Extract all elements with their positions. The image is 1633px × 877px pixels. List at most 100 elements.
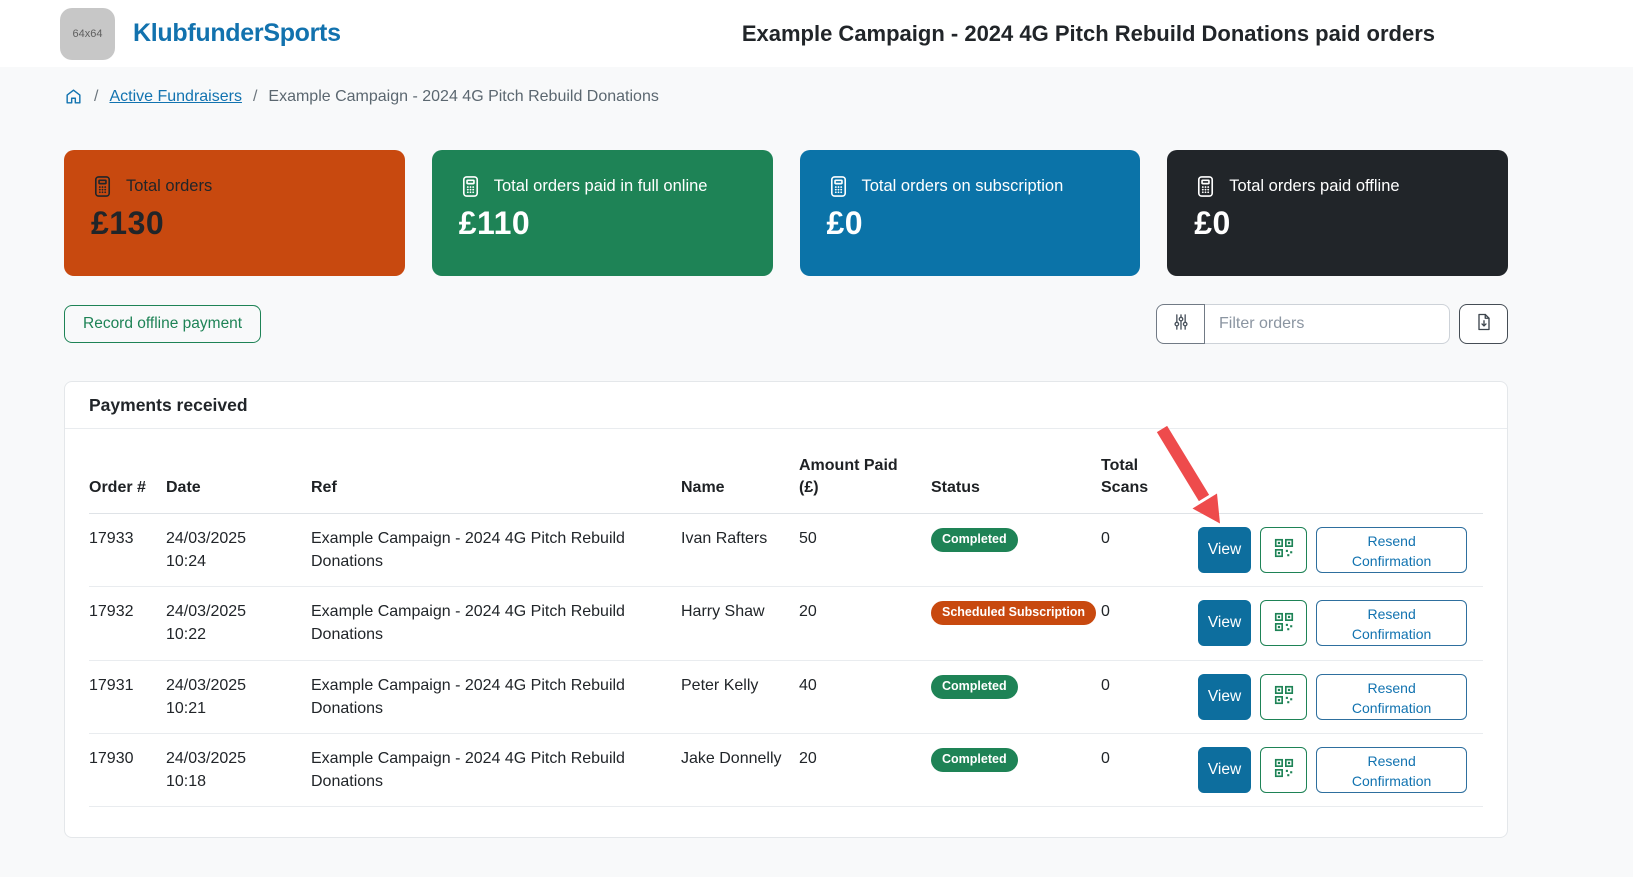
order-date: 24/03/2025 10:22: [166, 587, 311, 660]
payments-table: Order # Date Ref Name Amount Paid (£) St…: [89, 429, 1483, 807]
order-actions: View: [1198, 513, 1483, 586]
table-row: 17930 24/03/2025 10:18 Example Campaign …: [89, 733, 1483, 806]
resend-confirmation-button[interactable]: Resend Confirmation: [1316, 600, 1467, 646]
stat-cards-row: Total orders £130 Total orders paid in f…: [64, 150, 1508, 276]
order-time-value: 10:24: [166, 550, 295, 573]
breadcrumb: / Active Fundraisers / Example Campaign …: [64, 87, 1633, 106]
calculator-icon: [827, 175, 850, 198]
view-button[interactable]: View: [1198, 674, 1251, 720]
order-name: Harry Shaw: [681, 587, 799, 660]
stat-card-value: £0: [827, 205, 1114, 242]
order-actions: View: [1198, 587, 1483, 660]
breadcrumb-current: Example Campaign - 2024 4G Pitch Rebuild…: [268, 88, 658, 106]
stat-card-paid-in-full-online: Total orders paid in full online £110: [432, 150, 773, 276]
home-icon[interactable]: [64, 87, 83, 106]
table-header-row: Order # Date Ref Name Amount Paid (£) St…: [89, 429, 1483, 513]
stat-card-paid-offline: Total orders paid offline £0: [1167, 150, 1508, 276]
order-time-value: 10:22: [166, 623, 295, 646]
top-header: 64x64 KlubfunderSports Example Campaign …: [0, 0, 1633, 67]
order-amount: 20: [799, 733, 931, 806]
stat-card-on-subscription: Total orders on subscription £0: [800, 150, 1141, 276]
order-actions: View: [1198, 660, 1483, 733]
brand-name[interactable]: KlubfunderSports: [133, 19, 341, 48]
calculator-icon: [459, 175, 482, 198]
order-time-value: 10:21: [166, 697, 295, 720]
sliders-icon: [1171, 312, 1191, 337]
stat-card-label: Total orders: [126, 177, 212, 196]
toolbar: Record offline payment: [64, 304, 1508, 344]
status-badge: Completed: [931, 675, 1018, 699]
stat-card-label: Total orders paid offline: [1229, 177, 1399, 196]
status-badge: Scheduled Subscription: [931, 601, 1096, 625]
filter-button[interactable]: [1156, 304, 1205, 344]
order-name: Ivan Rafters: [681, 513, 799, 586]
order-actions: View: [1198, 733, 1483, 806]
export-download-button[interactable]: [1459, 304, 1508, 344]
view-button[interactable]: View: [1198, 527, 1251, 573]
page-title: Example Campaign - 2024 4G Pitch Rebuild…: [742, 21, 1435, 47]
calculator-icon: [1194, 175, 1217, 198]
order-amount: 40: [799, 660, 931, 733]
order-date-value: 24/03/2025: [166, 747, 295, 770]
qr-code-icon: [1273, 684, 1295, 709]
stat-card-value: £110: [459, 205, 746, 242]
breadcrumb-separator: /: [94, 88, 98, 106]
order-total-scans: 0: [1101, 513, 1198, 586]
qr-code-button[interactable]: [1260, 674, 1307, 720]
qr-code-button[interactable]: [1260, 527, 1307, 573]
stat-card-label: Total orders on subscription: [862, 177, 1064, 196]
stat-card-label: Total orders paid in full online: [494, 177, 708, 196]
stat-card-total-orders: Total orders £130: [64, 150, 405, 276]
filter-orders-input[interactable]: [1205, 304, 1450, 344]
calculator-icon: [91, 175, 114, 198]
breadcrumb-link-active-fundraisers[interactable]: Active Fundraisers: [109, 88, 242, 106]
resend-confirmation-button[interactable]: Resend Confirmation: [1316, 747, 1467, 793]
order-date-value: 24/03/2025: [166, 527, 295, 550]
view-button[interactable]: View: [1198, 747, 1251, 793]
table-row: 17933 24/03/2025 10:24 Example Campaign …: [89, 513, 1483, 586]
record-offline-payment-button[interactable]: Record offline payment: [64, 305, 261, 343]
order-amount: 20: [799, 587, 931, 660]
logo-placeholder-text: 64x64: [73, 28, 103, 40]
order-date-value: 24/03/2025: [166, 600, 295, 623]
resend-confirmation-button[interactable]: Resend Confirmation: [1316, 674, 1467, 720]
order-number: 17931: [89, 660, 166, 733]
order-date: 24/03/2025 10:24: [166, 513, 311, 586]
order-total-scans: 0: [1101, 733, 1198, 806]
resend-confirmation-button[interactable]: Resend Confirmation: [1316, 527, 1467, 573]
column-header-actions: [1198, 429, 1483, 513]
table-row: 17932 24/03/2025 10:22 Example Campaign …: [89, 587, 1483, 660]
order-number: 17930: [89, 733, 166, 806]
file-download-icon: [1474, 312, 1494, 337]
qr-code-icon: [1273, 611, 1295, 636]
qr-code-button[interactable]: [1260, 600, 1307, 646]
order-number: 17933: [89, 513, 166, 586]
column-header-order: Order #: [89, 429, 166, 513]
order-date: 24/03/2025 10:18: [166, 733, 311, 806]
order-ref: Example Campaign - 2024 4G Pitch Rebuild…: [311, 660, 681, 733]
view-button[interactable]: View: [1198, 600, 1251, 646]
order-status: Completed: [931, 513, 1101, 586]
order-total-scans: 0: [1101, 660, 1198, 733]
order-name: Jake Donnelly: [681, 733, 799, 806]
order-status: Completed: [931, 660, 1101, 733]
qr-code-icon: [1273, 537, 1295, 562]
breadcrumb-separator: /: [253, 88, 257, 106]
status-badge: Completed: [931, 748, 1018, 772]
column-header-scans: Total Scans: [1101, 429, 1198, 513]
logo-placeholder-image: 64x64: [60, 8, 115, 60]
column-header-status: Status: [931, 429, 1101, 513]
order-ref: Example Campaign - 2024 4G Pitch Rebuild…: [311, 513, 681, 586]
order-name: Peter Kelly: [681, 660, 799, 733]
qr-code-button[interactable]: [1260, 747, 1307, 793]
stat-card-value: £0: [1194, 205, 1481, 242]
column-header-ref: Ref: [311, 429, 681, 513]
order-time-value: 10:18: [166, 770, 295, 793]
filter-orders-group: [1156, 304, 1450, 344]
payments-received-card: Payments received Order # Date Ref Name …: [64, 381, 1508, 838]
order-status: Scheduled Subscription: [931, 587, 1101, 660]
column-header-amount: Amount Paid (£): [799, 429, 931, 513]
order-number: 17932: [89, 587, 166, 660]
stat-card-value: £130: [91, 205, 378, 242]
table-row: 17931 24/03/2025 10:21 Example Campaign …: [89, 660, 1483, 733]
